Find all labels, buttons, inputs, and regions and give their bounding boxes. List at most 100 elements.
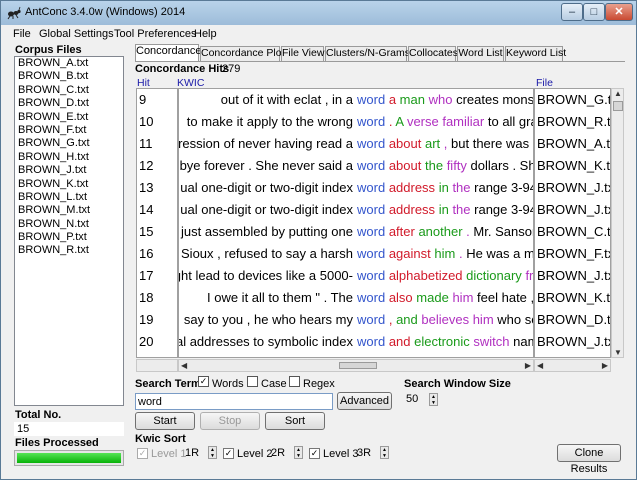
hit-number[interactable]: 15 xyxy=(137,221,177,243)
kwic-line[interactable]: say to you , he who hears my word , and b… xyxy=(179,309,533,331)
title-bar[interactable]: AntConc 3.4.0w (Windows) 2014 – □ ✕ xyxy=(1,1,636,25)
file-name[interactable]: BROWN_R.txt xyxy=(535,111,610,133)
kwic-line[interactable]: to make it apply to the wrong word . A ve… xyxy=(179,111,533,133)
corpus-file-item[interactable]: BROWN_K.txt xyxy=(15,178,123,191)
hit-number[interactable]: 9 xyxy=(137,89,177,111)
clone-results-button[interactable]: Clone Results xyxy=(557,444,621,475)
search-window-size-value[interactable]: 50 xyxy=(403,392,429,407)
file-name[interactable]: BROWN_K.txt xyxy=(535,155,610,177)
file-name[interactable]: BROWN_K.txt xyxy=(535,287,610,309)
corpus-file-item[interactable]: BROWN_E.txt xyxy=(15,111,123,124)
file-scroll-right-icon[interactable]: ▶ xyxy=(602,361,608,370)
tab-keyword-list[interactable]: Keyword List xyxy=(505,46,566,61)
kwic-line[interactable]: pression of never having read a word abou… xyxy=(179,133,533,155)
kwic-line[interactable]: I owe it all to them " . The word also ma… xyxy=(179,287,533,309)
search-keyword[interactable]: word xyxy=(357,114,385,129)
corpus-file-list[interactable]: BROWN_A.txt BROWN_B.txt BROWN_C.txt BROW… xyxy=(14,56,124,406)
stop-button[interactable]: Stop xyxy=(200,412,260,430)
hit-number[interactable]: 13 xyxy=(137,177,177,199)
words-checkbox[interactable]: ✓ xyxy=(198,376,209,387)
hit-number[interactable]: 10 xyxy=(137,111,177,133)
menu-help[interactable]: Help xyxy=(194,28,217,40)
kwic-line[interactable]: ual one-digit or two-digit index word add… xyxy=(179,199,533,221)
tab-collocates[interactable]: Collocates xyxy=(408,46,458,61)
level3-spinner[interactable]: ▲ ▼ xyxy=(380,446,389,459)
search-keyword[interactable]: word xyxy=(357,202,385,217)
file-name[interactable]: BROWN_M.txt xyxy=(535,353,610,357)
hit-number[interactable]: 17 xyxy=(137,265,177,287)
scroll-left-icon[interactable]: ◀ xyxy=(181,361,187,370)
search-keyword[interactable]: word xyxy=(357,290,385,305)
corpus-file-item[interactable]: BROWN_B.txt xyxy=(15,70,123,83)
kwic-results-column[interactable]: out of it with eclat , in a word a man wh… xyxy=(178,88,534,358)
maximize-button[interactable]: □ xyxy=(583,3,605,21)
hit-number[interactable]: 12 xyxy=(137,155,177,177)
hit-number[interactable]: 19 xyxy=(137,309,177,331)
corpus-file-item[interactable]: BROWN_F.txt xyxy=(15,124,123,137)
level2-checkbox[interactable]: ✓ xyxy=(223,448,234,459)
search-keyword[interactable]: word xyxy=(357,180,385,195)
tab-concordance-plot[interactable]: Concordance Plot xyxy=(200,46,284,61)
case-checkbox[interactable] xyxy=(247,376,258,387)
level2-value[interactable]: 2R xyxy=(269,446,293,460)
tab-file-view[interactable]: File View xyxy=(281,46,324,61)
corpus-file-item[interactable]: BROWN_N.txt xyxy=(15,218,123,231)
search-keyword[interactable]: word xyxy=(357,136,385,151)
hit-number-column[interactable]: 910111213141516171819202122 xyxy=(136,88,178,358)
file-name[interactable]: BROWN_F.txt xyxy=(535,243,610,265)
file-name[interactable]: BROWN_G.txt xyxy=(535,89,610,111)
corpus-file-item[interactable]: BROWN_M.txt xyxy=(15,204,123,217)
level3-checkbox[interactable]: ✓ xyxy=(309,448,320,459)
kwic-line[interactable]: odbye forever . She never said a word abo… xyxy=(179,155,533,177)
advanced-button[interactable]: Advanced xyxy=(337,392,392,410)
file-name[interactable]: BROWN_C.txt xyxy=(535,221,610,243)
start-button[interactable]: Start xyxy=(135,412,195,430)
search-keyword[interactable]: word xyxy=(357,158,385,173)
file-name[interactable]: BROWN_J.txt xyxy=(535,177,610,199)
search-keyword[interactable]: word xyxy=(357,246,385,261)
level2-spinner[interactable]: ▲ ▼ xyxy=(294,446,303,459)
file-name[interactable]: BROWN_J.txt xyxy=(535,265,610,287)
vertical-scroll-thumb[interactable] xyxy=(613,101,623,111)
search-keyword[interactable]: word xyxy=(357,334,385,349)
tab-word-list[interactable]: Word List xyxy=(457,46,504,61)
file-scroll-left-icon[interactable]: ◀ xyxy=(537,361,543,370)
minimize-button[interactable]: – xyxy=(561,3,583,21)
corpus-file-item[interactable]: BROWN_D.txt xyxy=(15,97,123,110)
tab-clusters-ngrams[interactable]: Clusters/N-Grams xyxy=(325,46,410,61)
search-keyword[interactable]: word xyxy=(357,268,385,283)
hit-number[interactable]: 20 xyxy=(137,331,177,353)
hit-number[interactable]: 18 xyxy=(137,287,177,309)
search-keyword[interactable]: word xyxy=(357,92,385,107)
menu-file[interactable]: File xyxy=(13,28,31,40)
search-term-input[interactable] xyxy=(135,393,333,410)
sort-button[interactable]: Sort xyxy=(265,412,325,430)
scroll-up-icon[interactable]: ▲ xyxy=(614,89,622,98)
kwic-line[interactable]: he Sioux , refused to say a harsh word ag… xyxy=(179,243,533,265)
corpus-file-item[interactable]: BROWN_C.txt xyxy=(15,84,123,97)
window-size-spinner[interactable]: ▲ ▼ xyxy=(429,393,438,406)
kwic-line[interactable]: ual one-digit or two-digit index word add… xyxy=(179,177,533,199)
menu-global-settings[interactable]: Global Settings xyxy=(39,28,114,40)
kwic-line[interactable]: ual addresses to symbolic index word and … xyxy=(179,331,533,353)
level1-spinner[interactable]: ▲ ▼ xyxy=(208,446,217,459)
hit-horizontal-scrollbar[interactable] xyxy=(136,359,178,372)
corpus-file-item[interactable]: BROWN_R.txt xyxy=(15,244,123,257)
corpus-file-item[interactable]: BROWN_H.txt xyxy=(15,151,123,164)
corpus-file-item[interactable]: BROWN_P.txt xyxy=(15,231,123,244)
results-vertical-scrollbar[interactable]: ▲ ▼ xyxy=(611,88,624,358)
search-keyword[interactable]: word xyxy=(357,356,385,357)
file-name[interactable]: BROWN_J.txt xyxy=(535,331,610,353)
hit-number[interactable]: 14 xyxy=(137,199,177,221)
tab-concordance[interactable]: Concordance xyxy=(135,44,201,62)
file-horizontal-scrollbar[interactable]: ◀ ▶ xyxy=(534,359,611,372)
file-column[interactable]: BROWN_G.txtBROWN_R.txtBROWN_A.txtBROWN_K… xyxy=(534,88,611,358)
file-name[interactable]: BROWN_D.txt xyxy=(535,309,610,331)
level3-value[interactable]: 3R xyxy=(355,446,379,460)
corpus-file-item[interactable]: BROWN_J.txt xyxy=(15,164,123,177)
scroll-right-icon[interactable]: ▶ xyxy=(525,361,531,370)
search-keyword[interactable]: word xyxy=(357,224,385,239)
hit-number[interactable]: 11 xyxy=(137,133,177,155)
kwic-line[interactable]: out of it with eclat , in a word a man wh… xyxy=(179,89,533,111)
search-keyword[interactable]: word xyxy=(357,312,385,327)
